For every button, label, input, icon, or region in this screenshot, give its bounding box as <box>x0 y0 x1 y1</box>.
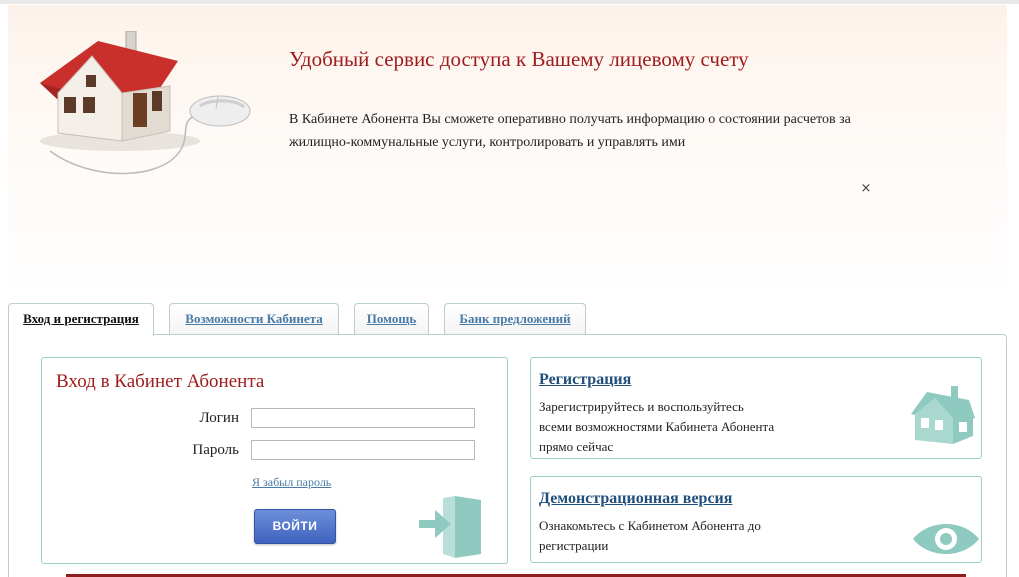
login-input[interactable] <box>251 408 475 428</box>
login-label: Логин <box>199 410 239 426</box>
registration-link[interactable]: Регистрация <box>539 371 631 389</box>
eye-icon <box>913 524 979 554</box>
forgot-password-link[interactable]: Я забыл пароль <box>252 475 331 490</box>
page-title: Удобный сервис доступа к Вашему лицевому… <box>289 47 749 71</box>
login-button[interactable]: ВОЙТИ <box>254 509 336 544</box>
password-input[interactable] <box>251 440 475 460</box>
door-enter-icon <box>419 496 481 558</box>
registration-text: Зарегистрируйтесь и воспользуйтесь всеми… <box>539 399 775 454</box>
tab-login-registration[interactable]: Вход и регистрация <box>8 303 154 336</box>
demo-text: Ознакомьтесь с Кабинетом Абонента до рег… <box>539 518 761 553</box>
password-label: Пароль <box>192 442 239 458</box>
login-title: Вход в Кабинет Абонента <box>56 371 265 392</box>
registration-card: Регистрация Зарегистрируйтесь и воспольз… <box>530 357 982 459</box>
house-with-mouse-icon <box>40 31 251 175</box>
login-form: Вход в Кабинет Абонента Логин Пароль Я з… <box>41 357 508 564</box>
demo-card: Демонстрационная версия Ознакомьтесь с К… <box>530 476 982 563</box>
top-border <box>0 0 1019 4</box>
demo-link[interactable]: Демонстрационная версия <box>539 490 732 508</box>
tab-help[interactable]: Помощь <box>354 303 429 334</box>
tab-cabinet-features[interactable]: Возможности Кабинета <box>169 303 339 334</box>
promo-header: Удобный сервис доступа к Вашему лицевому… <box>8 5 1007 295</box>
house-icon <box>911 386 975 444</box>
tab-offers-bank[interactable]: Банк предложений <box>444 303 586 334</box>
page-description: В Кабинете Абонента Вы сможете оперативн… <box>289 112 851 150</box>
close-icon[interactable]: × <box>858 181 874 197</box>
